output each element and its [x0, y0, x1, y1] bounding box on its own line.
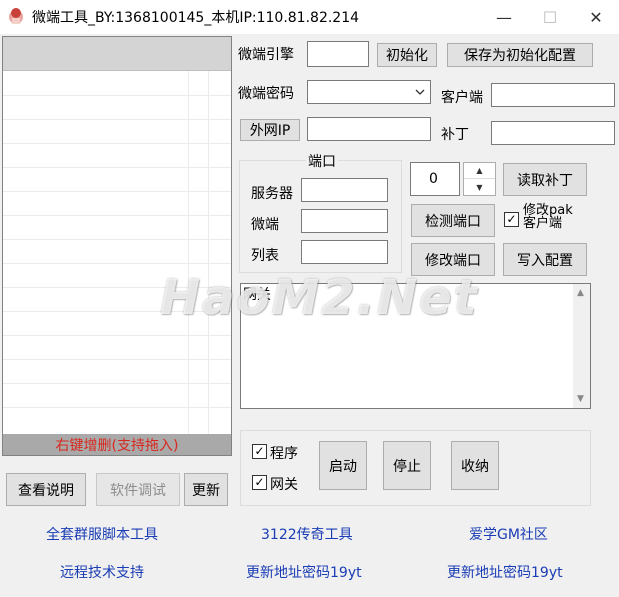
grid-line [3, 239, 231, 240]
chevron-down-icon [415, 89, 425, 95]
patch-label: 补丁 [441, 127, 469, 143]
scroll-up-icon[interactable]: ▲ [577, 288, 584, 298]
list-footer-hint: 右键增删(支持拖入) [3, 434, 231, 455]
link-gm-community[interactable]: 爱学GM社区 [469, 524, 548, 544]
grid-line [3, 191, 231, 192]
patch-input[interactable] [491, 121, 615, 145]
server-port-input[interactable] [301, 178, 388, 202]
ports-group-title: 端口 [306, 151, 338, 171]
server-port-label: 服务器 [251, 186, 293, 202]
password-label: 微端密码 [238, 86, 294, 102]
spin-up-icon[interactable]: ▲ [464, 163, 495, 179]
app-icon [9, 8, 23, 24]
engine-input[interactable] [307, 41, 369, 67]
scroll-down-icon[interactable]: ▼ [577, 394, 584, 404]
modify-pak-label: 修改pak 客户端 [523, 203, 573, 231]
external-ip-input[interactable] [307, 117, 431, 141]
server-list[interactable]: 右键增删(支持拖入) [2, 36, 232, 456]
grid-line [3, 167, 231, 168]
spinner-arrows[interactable]: ▲ ▼ [463, 162, 496, 196]
close-button[interactable]: ✕ [573, 0, 619, 34]
title-bar: 微端工具_BY:1368100145_本机IP:110.81.82.214 — … [0, 0, 619, 34]
list-port-label: 列表 [251, 248, 279, 264]
list-port-input[interactable] [301, 240, 388, 264]
gateway-label: 网关 [270, 477, 298, 493]
init-button[interactable]: 初始化 [377, 43, 437, 67]
link-update-address-1[interactable]: 更新地址密码19yt [246, 562, 362, 582]
grid-line [3, 383, 231, 384]
password-select[interactable] [307, 80, 431, 104]
external-ip-button[interactable]: 外网IP [240, 119, 300, 141]
grid-line [3, 143, 231, 144]
spinner-input[interactable]: 0 [410, 162, 460, 196]
client-input[interactable] [491, 83, 615, 107]
window-title: 微端工具_BY:1368100145_本机IP:110.81.82.214 [32, 10, 360, 26]
grid-line [3, 335, 231, 336]
spin-down-icon[interactable]: ▼ [464, 179, 495, 195]
minimize-button[interactable]: — [481, 0, 527, 34]
log-scrollbar[interactable]: ▲ ▼ [573, 284, 590, 408]
debug-button[interactable]: 软件调试 [96, 473, 180, 506]
list-header [3, 37, 231, 71]
link-remote-support[interactable]: 远程技术支持 [60, 562, 144, 582]
client-label: 客户端 [441, 90, 483, 106]
grid-line [3, 119, 231, 120]
engine-label: 微端引擎 [238, 47, 294, 63]
micro-port-input[interactable] [301, 209, 388, 233]
minimize-to-tray-button[interactable]: 收纳 [451, 441, 499, 490]
write-config-button[interactable]: 写入配置 [503, 243, 587, 276]
link-3122-tools[interactable]: 3122传奇工具 [261, 524, 353, 544]
check-port-button[interactable]: 检测端口 [411, 204, 495, 237]
grid-line [208, 71, 209, 436]
grid-line [3, 359, 231, 360]
micro-port-label: 微端 [251, 217, 279, 233]
read-patch-button[interactable]: 读取补丁 [503, 163, 587, 196]
link-update-address-2[interactable]: 更新地址密码19yt [447, 562, 563, 582]
program-checkbox[interactable]: ✓ [252, 444, 267, 459]
grid-line [3, 215, 231, 216]
watermark: HaoM2.Net [160, 270, 479, 326]
modify-pak-checkbox[interactable]: ✓ [504, 212, 519, 227]
app-window: 微端工具_BY:1368100145_本机IP:110.81.82.214 — … [0, 0, 619, 597]
save-init-config-button[interactable]: 保存为初始化配置 [447, 43, 593, 67]
maximize-button[interactable]: ☐ [527, 0, 573, 34]
grid-line [3, 407, 231, 408]
stop-button[interactable]: 停止 [383, 441, 431, 490]
link-script-tools[interactable]: 全套群服脚本工具 [46, 524, 158, 544]
program-label: 程序 [270, 446, 298, 462]
gateway-checkbox[interactable]: ✓ [252, 475, 267, 490]
update-button[interactable]: 更新 [184, 473, 228, 506]
grid-line [188, 71, 189, 436]
start-button[interactable]: 启动 [319, 441, 367, 490]
grid-line [3, 263, 231, 264]
help-button[interactable]: 查看说明 [6, 473, 86, 506]
grid-line [3, 95, 231, 96]
